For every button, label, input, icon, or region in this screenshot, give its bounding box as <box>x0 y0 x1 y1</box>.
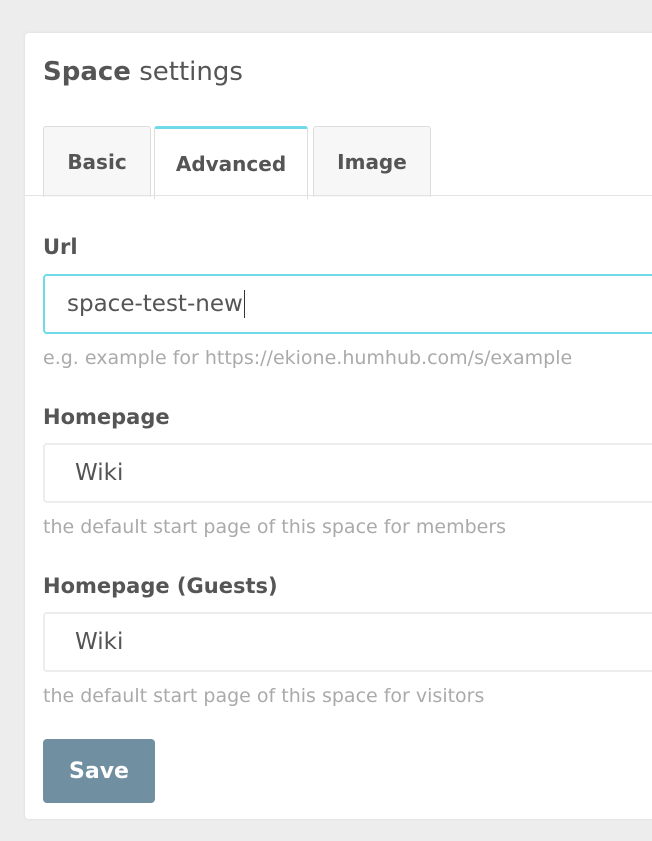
url-input-value: space-test-new <box>67 291 243 317</box>
tab-image[interactable]: Image <box>313 126 431 197</box>
save-button[interactable]: Save <box>43 739 155 803</box>
homepage-help-text: the default start page of this space for… <box>43 516 507 538</box>
homepage-select[interactable]: Wiki <box>43 443 652 503</box>
homepage-guests-select-value: Wiki <box>75 629 124 655</box>
page-title-light: settings <box>139 57 243 87</box>
tab-advanced-label: Advanced <box>175 152 287 176</box>
homepage-guests-select[interactable]: Wiki <box>43 612 652 672</box>
tabs-divider <box>25 195 652 196</box>
settings-tabs: Basic Advanced Image <box>43 126 652 199</box>
page-title-strong: Space <box>43 57 131 87</box>
homepage-guests-group: Homepage (Guests) Wiki the default start… <box>43 572 652 707</box>
homepage-label: Homepage <box>43 405 170 429</box>
homepage-guests-label: Homepage (Guests) <box>43 574 278 598</box>
homepage-select-value: Wiki <box>75 460 124 486</box>
url-input[interactable]: space-test-new <box>43 274 652 334</box>
space-settings-panel: Space settings Basic Advanced Image Url … <box>25 33 652 819</box>
tab-image-label: Image <box>337 150 407 174</box>
homepage-guests-help-text: the default start page of this space for… <box>43 685 485 707</box>
text-caret <box>243 290 246 318</box>
page-title: Space settings <box>43 55 243 89</box>
url-help-text: e.g. example for https://ekione.humhub.c… <box>43 347 573 369</box>
tab-basic[interactable]: Basic <box>43 126 151 197</box>
url-label: Url <box>43 235 78 259</box>
homepage-group: Homepage Wiki the default start page of … <box>43 403 652 538</box>
save-button-label: Save <box>69 758 129 784</box>
tab-basic-label: Basic <box>67 150 127 174</box>
tab-advanced[interactable]: Advanced <box>154 126 308 199</box>
url-group: Url space-test-new e.g. example for http… <box>43 233 652 369</box>
